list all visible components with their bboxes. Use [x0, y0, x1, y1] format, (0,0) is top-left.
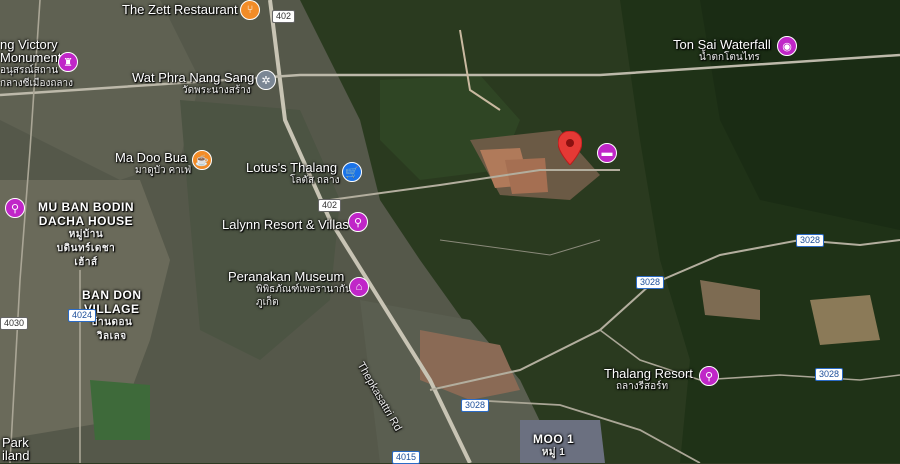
route-shield-3028: 3028	[461, 399, 490, 412]
label-wat-phra-nang-sang: Wat Phra Nang Sang วัดพระนางสร้าง	[132, 70, 255, 96]
label-ma-doo-bua: Ma Doo Bua มาดูบัว คาเฟ่	[115, 150, 192, 176]
label-peranakan-museum: Peranakan Museum พิพิธภัณฑ์เพอรานากัน ภู…	[228, 269, 352, 308]
route-shield-402: 402	[318, 199, 342, 212]
route-shield-4030: 4030	[0, 317, 29, 330]
route-shield-4024: 4024	[68, 309, 97, 322]
label-moo-1: MOO 1 หมู่ 1	[533, 432, 575, 458]
museum-icon[interactable]: ⌂	[349, 277, 369, 297]
route-shield-3028: 3028	[796, 234, 825, 247]
route-shield-4015: 4015	[392, 451, 421, 464]
restaurant-icon[interactable]: ⑂	[240, 0, 260, 20]
route-shield-3028: 3028	[636, 276, 665, 289]
route-shield-402: 402	[272, 10, 296, 23]
monument-icon[interactable]: ♜	[58, 52, 78, 72]
label-ton-sai-waterfall: Ton Sai Waterfall น้ำตกโตนไทร	[673, 37, 771, 63]
label-the-zett: The Zett Restaurant	[122, 2, 238, 17]
hotel-icon[interactable]: ⚲	[348, 212, 368, 232]
location-pin-icon[interactable]	[558, 131, 582, 165]
hotel-icon[interactable]: ⚲	[5, 198, 25, 218]
camera-icon[interactable]: ◉	[777, 36, 797, 56]
route-shield-3028: 3028	[815, 368, 844, 381]
shopping-icon[interactable]: 🛒	[342, 162, 362, 182]
cafe-icon[interactable]: ☕	[192, 150, 212, 170]
label-thalang-resort: Thalang Resort ถลางรีสอร์ท	[604, 366, 693, 392]
label-park: Park iland	[2, 435, 30, 463]
temple-icon[interactable]: ✲	[256, 70, 276, 90]
label-mu-ban-bodin: MU BAN BODIN DACHA HOUSE หมู่บ้าน บดินทร์…	[38, 200, 134, 268]
label-lalynn-resort: Lalynn Resort & Villas	[222, 217, 349, 232]
label-lotus-thalang: Lotus's Thalang โลตัส ถลาง	[246, 160, 340, 186]
hotel-icon[interactable]: ⚲	[699, 366, 719, 386]
hotel-icon[interactable]: ▬	[597, 143, 617, 163]
